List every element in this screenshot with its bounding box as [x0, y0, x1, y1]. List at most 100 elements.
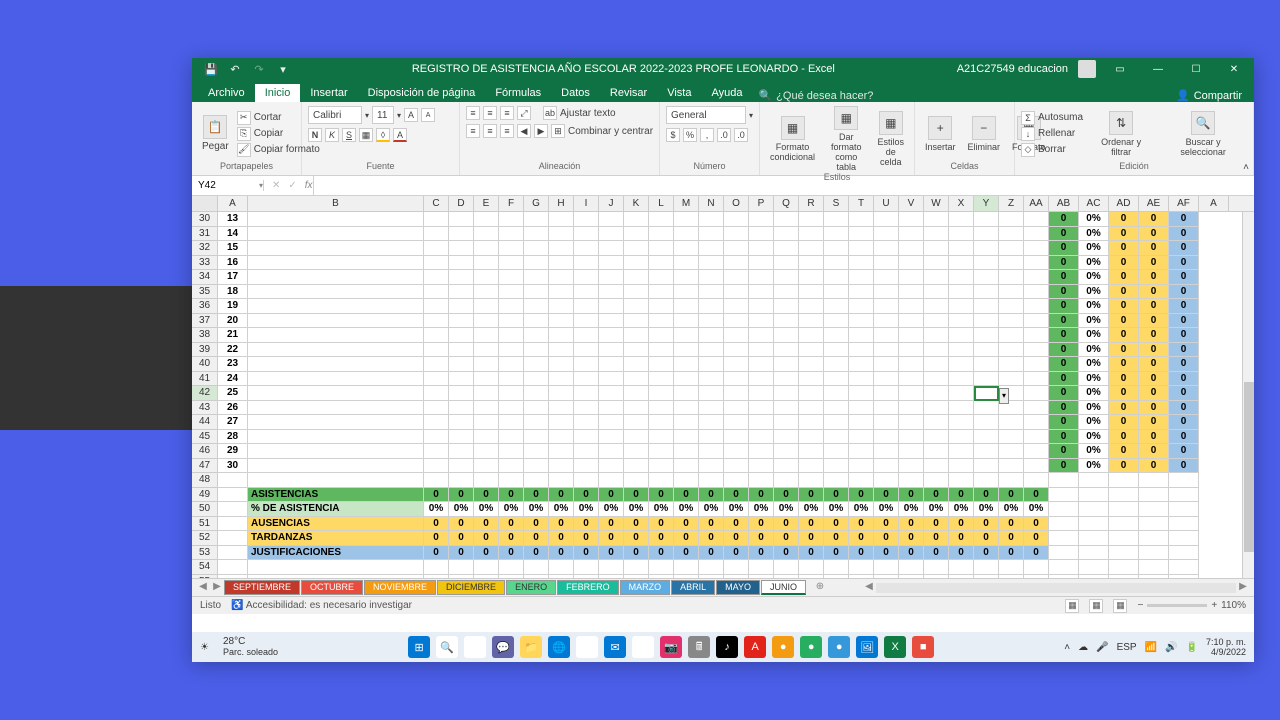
taskbar-instagram-icon[interactable]: 📷	[660, 636, 682, 658]
cell-A44[interactable]: 27	[218, 415, 248, 430]
tray-battery-icon[interactable]: 🔋	[1186, 642, 1198, 653]
cell-G39[interactable]	[524, 343, 549, 358]
cell-Q34[interactable]	[774, 270, 799, 285]
cell-G50[interactable]: 0%	[524, 502, 549, 517]
cell-Q43[interactable]	[774, 401, 799, 416]
cell-AE46[interactable]: 0	[1139, 444, 1169, 459]
cell-E31[interactable]	[474, 227, 499, 242]
sheet-tab-marzo[interactable]: MARZO	[620, 580, 671, 595]
cell-N34[interactable]	[699, 270, 724, 285]
cell-AF30[interactable]: 0	[1169, 212, 1199, 227]
cell-P31[interactable]	[749, 227, 774, 242]
cell-AA35[interactable]	[1024, 285, 1049, 300]
cell-D33[interactable]	[449, 256, 474, 271]
cell-O33[interactable]	[724, 256, 749, 271]
col-header-R[interactable]: R	[799, 196, 824, 211]
cell-Q38[interactable]	[774, 328, 799, 343]
cell-L39[interactable]	[649, 343, 674, 358]
cell-A35[interactable]: 18	[218, 285, 248, 300]
cell-AC45[interactable]: 0%	[1079, 430, 1109, 445]
summary-label-51[interactable]: AUSENCIAS	[248, 517, 424, 532]
cell-U39[interactable]	[874, 343, 899, 358]
cell-V45[interactable]	[899, 430, 924, 445]
cell-AE36[interactable]: 0	[1139, 299, 1169, 314]
cell-P33[interactable]	[749, 256, 774, 271]
cell-T45[interactable]	[849, 430, 874, 445]
cell-Y47[interactable]	[974, 459, 999, 474]
tray-lang[interactable]: ESP	[1117, 642, 1137, 653]
cell-A45[interactable]: 28	[218, 430, 248, 445]
cell-D30[interactable]	[449, 212, 474, 227]
cell-R35[interactable]	[799, 285, 824, 300]
cell-Z35[interactable]	[999, 285, 1024, 300]
cell-T51[interactable]: 0	[849, 517, 874, 532]
cell-AB33[interactable]: 0	[1049, 256, 1079, 271]
cell-F51[interactable]: 0	[499, 517, 524, 532]
cell-R39[interactable]	[799, 343, 824, 358]
cell-J34[interactable]	[599, 270, 624, 285]
col-header-K[interactable]: K	[624, 196, 649, 211]
cell-F33[interactable]	[499, 256, 524, 271]
scroll-thumb[interactable]	[1244, 382, 1254, 552]
cell-U31[interactable]	[874, 227, 899, 242]
increase-decimal-icon[interactable]: .0	[717, 128, 731, 142]
cell-L36[interactable]	[649, 299, 674, 314]
cell-Q51[interactable]: 0	[774, 517, 799, 532]
taskbar-start-icon[interactable]: ⊞	[408, 636, 430, 658]
cell-O32[interactable]	[724, 241, 749, 256]
cell-P43[interactable]	[749, 401, 774, 416]
col-header-W[interactable]: W	[924, 196, 949, 211]
cell-J47[interactable]	[599, 459, 624, 474]
cell-W34[interactable]	[924, 270, 949, 285]
cell-R41[interactable]	[799, 372, 824, 387]
cell-A30[interactable]: 13	[218, 212, 248, 227]
cell-R50[interactable]: 0%	[799, 502, 824, 517]
cell-E42[interactable]	[474, 386, 499, 401]
chevron-down-icon[interactable]: ▾	[365, 111, 369, 120]
cell-V46[interactable]	[899, 444, 924, 459]
cell-H40[interactable]	[549, 357, 574, 372]
tell-me-search[interactable]: 🔍 ¿Qué desea hacer?	[758, 89, 873, 102]
cell-AC43[interactable]: 0%	[1079, 401, 1109, 416]
cell-W45[interactable]	[924, 430, 949, 445]
cell-K43[interactable]	[624, 401, 649, 416]
cell-AD31[interactable]: 0	[1109, 227, 1139, 242]
cell-K51[interactable]: 0	[624, 517, 649, 532]
cell-AB46[interactable]: 0	[1049, 444, 1079, 459]
cell-O35[interactable]	[724, 285, 749, 300]
cell-Y44[interactable]	[974, 415, 999, 430]
cell-AB41[interactable]: 0	[1049, 372, 1079, 387]
cell-G38[interactable]	[524, 328, 549, 343]
cell-L52[interactable]: 0	[649, 531, 674, 546]
cell-H45[interactable]	[549, 430, 574, 445]
cell-J45[interactable]	[599, 430, 624, 445]
cell-W30[interactable]	[924, 212, 949, 227]
taskbar-tiktok-icon[interactable]: ♪	[716, 636, 738, 658]
cell-C51[interactable]: 0	[424, 517, 449, 532]
row-header-45[interactable]: 45	[192, 430, 218, 445]
taskbar-app1-icon[interactable]: ●	[772, 636, 794, 658]
cell-AB44[interactable]: 0	[1049, 415, 1079, 430]
col-header-AD[interactable]: AD	[1109, 196, 1139, 211]
col-header-AE[interactable]: AE	[1139, 196, 1169, 211]
cell-E41[interactable]	[474, 372, 499, 387]
taskbar-photos-icon[interactable]: 🖼	[856, 636, 878, 658]
cell-G32[interactable]	[524, 241, 549, 256]
cell-V33[interactable]	[899, 256, 924, 271]
cell-AD42[interactable]: 0	[1109, 386, 1139, 401]
cell-W43[interactable]	[924, 401, 949, 416]
cell-I40[interactable]	[574, 357, 599, 372]
cell-W50[interactable]: 0%	[924, 502, 949, 517]
cell-F50[interactable]: 0%	[499, 502, 524, 517]
cell-F44[interactable]	[499, 415, 524, 430]
cell-H32[interactable]	[549, 241, 574, 256]
cell-V53[interactable]: 0	[899, 546, 924, 561]
cell-V52[interactable]: 0	[899, 531, 924, 546]
cell-AE38[interactable]: 0	[1139, 328, 1169, 343]
cell-A38[interactable]: 21	[218, 328, 248, 343]
cell-AE34[interactable]: 0	[1139, 270, 1169, 285]
cell-AC33[interactable]: 0%	[1079, 256, 1109, 271]
row-header-46[interactable]: 46	[192, 444, 218, 459]
cell-E36[interactable]	[474, 299, 499, 314]
cell-Z47[interactable]	[999, 459, 1024, 474]
